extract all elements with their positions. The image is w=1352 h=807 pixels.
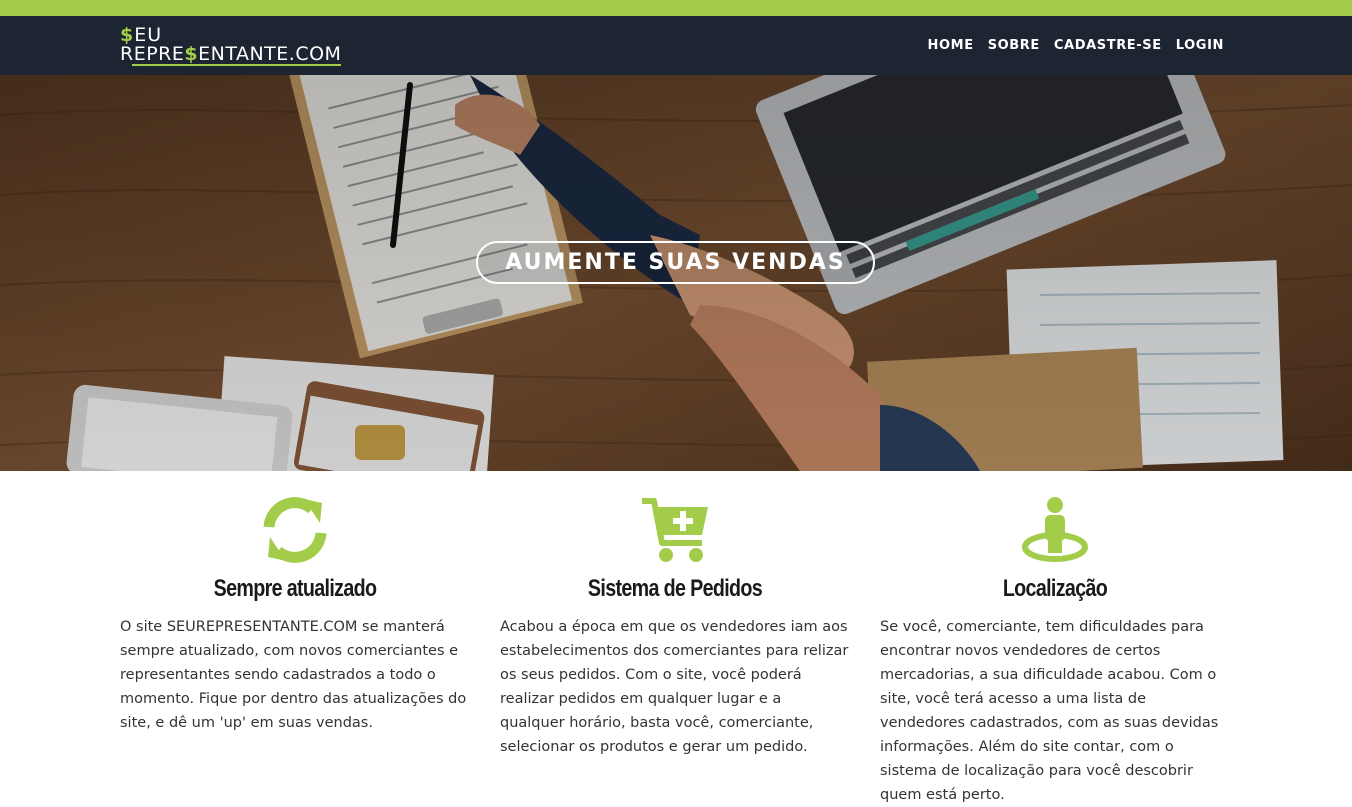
main-nav: HOME SOBRE CADASTRE-SE LOGIN: [928, 16, 1224, 75]
nav-link-login[interactable]: LOGIN: [1176, 38, 1224, 53]
hero-banner: AUMENTE SUAS VENDAS: [0, 75, 1352, 471]
feature-text: Acabou a época em que os vendedores iam …: [500, 619, 849, 755]
logo-line-2: REPRE$ENTANTE.COM: [120, 43, 342, 65]
feature-text: O site SEUREPRESENTANTE.COM se manterá s…: [120, 619, 467, 731]
cart-plus-icon: [642, 498, 708, 562]
feature-title: Sempre atualizado: [213, 575, 377, 602]
top-accent-bar: [0, 0, 1352, 16]
feature-sistema-de-pedidos: Sistema de Pedidos Acabou a época em que…: [500, 495, 850, 759]
nav-link-cadastre-se[interactable]: CADASTRE-SE: [1054, 38, 1162, 53]
refresh-icon: [263, 497, 327, 563]
feature-text: Se você, comerciante, tem dificuldades p…: [880, 619, 1219, 803]
feature-sempre-atualizado: Sempre atualizado O site SEUREPRESENTANT…: [120, 495, 470, 735]
feature-title: Localização: [1002, 575, 1108, 602]
site-logo[interactable]: $EU REPRE$ENTANTE.COM: [120, 24, 360, 68]
navbar: $EU REPRE$ENTANTE.COM HOME SOBRE CADASTR…: [0, 16, 1352, 75]
feature-localizacao: Localização Se você, comerciante, tem di…: [880, 495, 1230, 807]
nav-link-home[interactable]: HOME: [928, 38, 974, 53]
hero-title: AUMENTE SUAS VENDAS: [476, 241, 875, 284]
nav-link-sobre[interactable]: SOBRE: [988, 38, 1040, 53]
feature-title: Sistema de Pedidos: [587, 575, 763, 602]
location-person-icon: [1022, 497, 1088, 562]
logo-underline: [132, 64, 341, 66]
